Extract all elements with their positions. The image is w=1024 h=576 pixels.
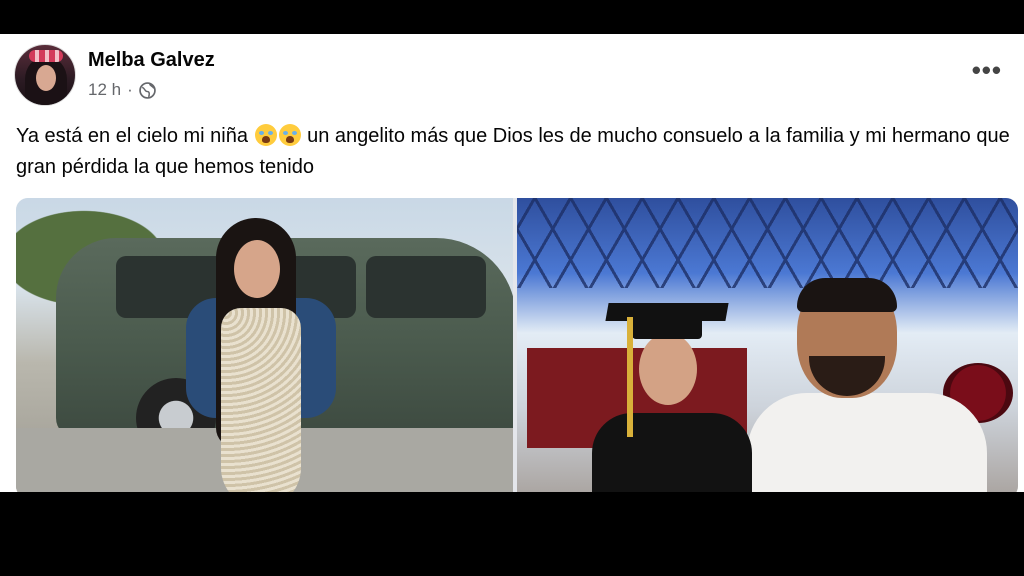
globe-icon: [138, 81, 156, 99]
post-time[interactable]: 12 h: [88, 80, 121, 100]
post-meta: Melba Galvez 12 h ·: [88, 49, 215, 100]
photo-grid: [16, 198, 1018, 492]
post-text-part1: Ya está en el cielo mi niña: [16, 125, 248, 147]
photo-graduation[interactable]: [517, 198, 1018, 492]
post-card: Melba Galvez 12 h · ••• Ya está en el ci…: [0, 34, 1024, 492]
post-header: Melba Galvez 12 h ·: [14, 44, 215, 106]
avatar[interactable]: [14, 44, 76, 106]
post-subtitle: 12 h ·: [88, 80, 215, 100]
crying-face-emoji-icon: [278, 124, 301, 146]
more-options-icon[interactable]: •••: [972, 57, 1002, 83]
author-name[interactable]: Melba Galvez: [88, 49, 215, 72]
crying-face-emoji-icon: [254, 124, 277, 146]
photo-girl-with-van[interactable]: [16, 198, 513, 492]
post-text: Ya está en el cielo mi niña un angelito …: [16, 121, 1016, 183]
separator-dot: ·: [127, 80, 133, 99]
